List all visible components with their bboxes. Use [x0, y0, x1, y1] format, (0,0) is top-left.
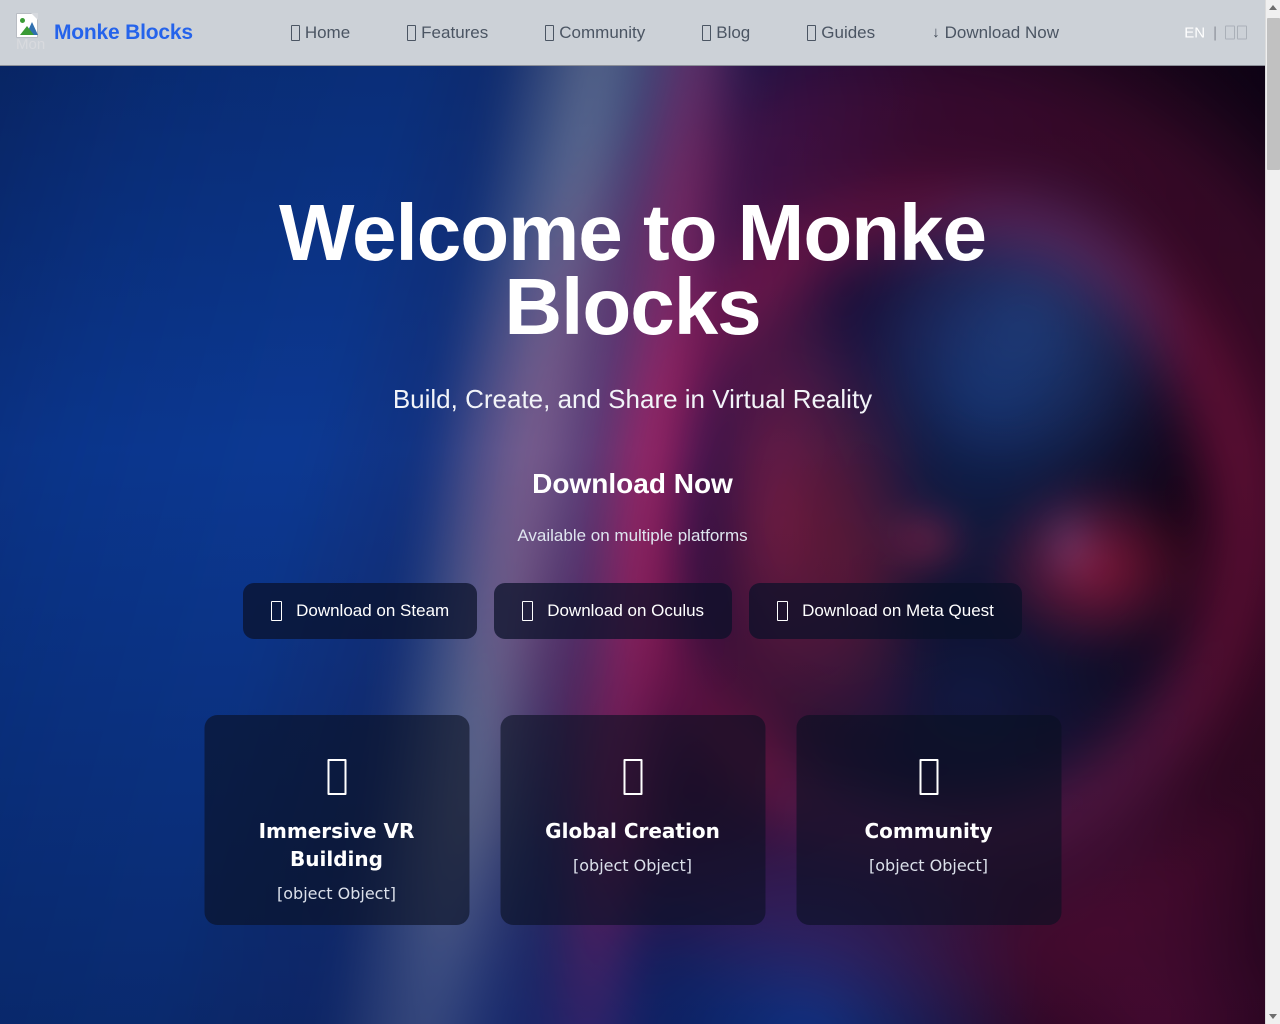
missing-glyph-tofu-icon: [290, 24, 300, 41]
feature-card-title: Community: [864, 819, 993, 843]
missing-glyph-tofu-icon: [1225, 25, 1235, 40]
download-button-label: Download on Oculus: [547, 601, 705, 620]
missing-glyph-tofu-icon: [522, 601, 534, 621]
feature-card-description: [object Object]: [869, 856, 988, 875]
language-option-zh[interactable]: [1225, 25, 1247, 40]
missing-glyph-tofu-icon: [1237, 25, 1247, 40]
language-switcher: EN |: [1184, 24, 1247, 41]
feature-card-community[interactable]: Community [object Object]: [796, 715, 1061, 925]
download-button-label: Download on Meta Quest: [802, 601, 994, 620]
logo-alt-text: Mon: [16, 36, 46, 53]
nav-item-label: Community: [559, 22, 646, 42]
feature-card-description: [object Object]: [277, 884, 396, 903]
missing-glyph-tofu-icon: [327, 759, 346, 795]
missing-glyph-tofu-icon: [777, 601, 789, 621]
vertical-scrollbar[interactable]: [1265, 0, 1280, 1024]
nav-item-community[interactable]: Community: [545, 23, 645, 43]
missing-glyph-tofu-icon: [407, 24, 417, 41]
download-button-group: Download on Steam Download on Oculus Dow…: [243, 583, 1022, 639]
nav-item-label: Guides: [821, 22, 876, 42]
missing-glyph-tofu-icon: [271, 601, 283, 621]
nav-item-label: Features: [421, 22, 489, 42]
nav-item-home[interactable]: Home: [290, 22, 351, 43]
feature-card-grid: Immersive VR Building [object Object] Gl…: [204, 715, 1061, 925]
scrollbar-up-button[interactable]: [1266, 0, 1280, 15]
feature-card-description: [object Object]: [573, 856, 692, 875]
nav-item-blog[interactable]: Blog: [702, 23, 750, 43]
nav-item-label: Blog: [716, 22, 751, 42]
download-button-label: Download on Steam: [296, 601, 450, 620]
brand-logo-link[interactable]: Mon Monke Blocks: [16, 12, 193, 53]
hero-subtitle: Build, Create, and Share in Virtual Real…: [392, 384, 873, 414]
chevron-down-icon: [1269, 1014, 1277, 1019]
nav-item-label: Home: [304, 22, 351, 42]
missing-glyph-tofu-icon: [919, 759, 938, 795]
hero-section: Welcome to Monke Blocks Build, Create, a…: [0, 66, 1265, 1024]
download-heading: Download Now: [532, 468, 733, 499]
missing-glyph-tofu-icon: [623, 759, 642, 795]
download-meta-quest-button[interactable]: Download on Meta Quest: [749, 583, 1022, 639]
feature-card-title: Global Creation: [545, 819, 720, 843]
page-title: Welcome to Monke Blocks: [278, 188, 987, 351]
feature-card-immersive-vr-building[interactable]: Immersive VR Building [object Object]: [204, 715, 469, 925]
brand-name: Monke Blocks: [54, 20, 193, 44]
scrollbar-thumb[interactable]: [1267, 18, 1280, 170]
broken-image-icon: Mon: [16, 12, 46, 53]
download-steam-button[interactable]: Download on Steam: [243, 583, 478, 639]
chevron-up-icon: [1269, 5, 1277, 10]
missing-glyph-tofu-icon: [545, 24, 555, 41]
download-oculus-button[interactable]: Download on Oculus: [494, 583, 733, 639]
language-option-en[interactable]: EN: [1184, 24, 1205, 41]
nav-item-label: Download Now: [944, 22, 1059, 42]
page-root: Mon Monke Blocks Home Features Community…: [0, 0, 1265, 1024]
download-arrow-icon: ↓: [932, 24, 940, 41]
missing-glyph-tofu-icon: [807, 24, 817, 41]
missing-glyph-tofu-icon: [702, 24, 712, 41]
scrollbar-down-button[interactable]: [1266, 1009, 1280, 1024]
nav-item-guides[interactable]: Guides: [807, 23, 875, 43]
main-nav: Home Features Community Blog Guides ↓ Do…: [290, 22, 1059, 43]
download-subtext: Available on multiple platforms: [517, 526, 748, 545]
feature-card-title: Immersive VR Building: [258, 819, 415, 871]
feature-card-global-creation[interactable]: Global Creation [object Object]: [500, 715, 765, 925]
language-separator: |: [1213, 24, 1217, 41]
site-header: Mon Monke Blocks Home Features Community…: [0, 0, 1265, 66]
nav-item-features[interactable]: Features: [407, 23, 488, 43]
nav-item-download-now[interactable]: ↓ Download Now: [932, 23, 1059, 43]
